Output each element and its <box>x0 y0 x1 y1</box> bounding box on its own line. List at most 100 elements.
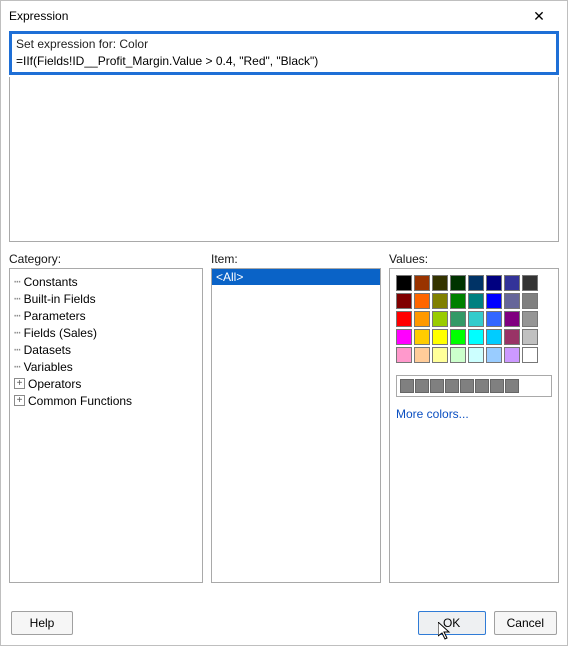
color-swatch[interactable] <box>468 347 484 363</box>
recent-color[interactable] <box>415 379 429 393</box>
expression-dialog: Expression ✕ Set expression for: Color C… <box>0 0 568 646</box>
color-swatch[interactable] <box>414 293 430 309</box>
color-swatch[interactable] <box>450 329 466 345</box>
color-swatch[interactable] <box>522 293 538 309</box>
color-swatch[interactable] <box>396 329 412 345</box>
recent-color[interactable] <box>430 379 444 393</box>
category-item[interactable]: ⋯Fields (Sales) <box>12 324 200 341</box>
category-item[interactable]: ⋯Constants <box>12 273 200 290</box>
color-swatch[interactable] <box>468 311 484 327</box>
color-swatch[interactable] <box>432 293 448 309</box>
color-swatch[interactable] <box>522 275 538 291</box>
item-all[interactable]: <All> <box>212 269 380 285</box>
category-item-label: Datasets <box>24 343 71 357</box>
ok-button[interactable]: OK <box>418 611 486 635</box>
ok-button-label: OK <box>443 616 460 630</box>
recent-colors-box <box>396 375 552 397</box>
tree-leaf-icon: ⋯ <box>14 326 21 339</box>
tree-expander-icon[interactable]: + <box>14 395 25 406</box>
cancel-button-label: Cancel <box>507 616 544 630</box>
color-swatch[interactable] <box>396 347 412 363</box>
dialog-content: Set expression for: Color Category: Item… <box>1 31 567 601</box>
category-item-label: Common Functions <box>28 394 132 408</box>
color-swatch[interactable] <box>450 347 466 363</box>
color-swatch[interactable] <box>468 293 484 309</box>
color-swatch[interactable] <box>504 329 520 345</box>
item-label: Item: <box>211 252 381 266</box>
category-item[interactable]: ⋯Variables <box>12 358 200 375</box>
color-swatch[interactable] <box>486 275 502 291</box>
expression-textarea-extra[interactable] <box>9 77 559 242</box>
color-swatch[interactable] <box>504 347 520 363</box>
category-label: Category: <box>9 252 203 266</box>
color-swatch[interactable] <box>486 329 502 345</box>
panel-labels: Category: Item: Values: <box>9 252 559 266</box>
recent-color[interactable] <box>400 379 414 393</box>
values-panel: More colors... <box>389 268 559 583</box>
category-item[interactable]: +Common Functions <box>12 392 200 409</box>
values-label: Values: <box>389 252 559 266</box>
set-expression-for-label: Set expression for: Color <box>16 36 552 54</box>
recent-color[interactable] <box>460 379 474 393</box>
color-swatch[interactable] <box>450 275 466 291</box>
category-item[interactable]: ⋯Datasets <box>12 341 200 358</box>
category-listbox[interactable]: ⋯Constants⋯Built-in Fields⋯Parameters⋯Fi… <box>9 268 203 583</box>
color-swatch[interactable] <box>432 311 448 327</box>
cancel-button[interactable]: Cancel <box>494 611 557 635</box>
recent-color[interactable] <box>505 379 519 393</box>
color-swatch[interactable] <box>522 329 538 345</box>
color-swatch[interactable] <box>396 293 412 309</box>
category-item[interactable]: +Operators <box>12 375 200 392</box>
item-listbox[interactable]: <All> <box>211 268 381 583</box>
category-item[interactable]: ⋯Built-in Fields <box>12 290 200 307</box>
help-button-label: Help <box>30 616 55 630</box>
color-swatch[interactable] <box>504 311 520 327</box>
close-icon[interactable]: ✕ <box>519 8 559 25</box>
color-swatch[interactable] <box>522 347 538 363</box>
color-swatch[interactable] <box>414 275 430 291</box>
color-swatch[interactable] <box>486 311 502 327</box>
color-swatch[interactable] <box>432 329 448 345</box>
titlebar: Expression ✕ <box>1 1 567 31</box>
color-swatch[interactable] <box>522 311 538 327</box>
color-swatch[interactable] <box>468 275 484 291</box>
category-item-label: Built-in Fields <box>24 292 96 306</box>
tree-leaf-icon: ⋯ <box>14 309 21 322</box>
tree-expander-icon[interactable]: + <box>14 378 25 389</box>
category-item-label: Constants <box>24 275 78 289</box>
color-swatch[interactable] <box>450 293 466 309</box>
color-swatch[interactable] <box>486 293 502 309</box>
color-swatch[interactable] <box>396 275 412 291</box>
color-swatch[interactable] <box>504 275 520 291</box>
color-swatch[interactable] <box>432 347 448 363</box>
color-swatch[interactable] <box>486 347 502 363</box>
tree-leaf-icon: ⋯ <box>14 343 21 356</box>
color-swatch[interactable] <box>414 311 430 327</box>
window-title: Expression <box>9 9 519 23</box>
help-button[interactable]: Help <box>11 611 73 635</box>
color-swatch[interactable] <box>414 329 430 345</box>
color-swatch-grid <box>396 275 552 363</box>
expression-highlight: Set expression for: Color <box>9 31 559 75</box>
category-item[interactable]: ⋯Parameters <box>12 307 200 324</box>
recent-color[interactable] <box>445 379 459 393</box>
category-item-label: Parameters <box>24 309 86 323</box>
category-item-label: Variables <box>24 360 73 374</box>
category-item-label: Operators <box>28 377 81 391</box>
tree-leaf-icon: ⋯ <box>14 292 21 305</box>
expression-input[interactable] <box>16 54 552 68</box>
recent-color[interactable] <box>490 379 504 393</box>
color-swatch[interactable] <box>450 311 466 327</box>
color-swatch[interactable] <box>414 347 430 363</box>
tree-leaf-icon: ⋯ <box>14 360 21 373</box>
color-swatch[interactable] <box>432 275 448 291</box>
button-bar: Help OK Cancel <box>1 601 567 645</box>
color-swatch[interactable] <box>396 311 412 327</box>
recent-color[interactable] <box>475 379 489 393</box>
color-swatch[interactable] <box>468 329 484 345</box>
tree-leaf-icon: ⋯ <box>14 275 21 288</box>
color-swatch[interactable] <box>504 293 520 309</box>
more-colors-link[interactable]: More colors... <box>396 407 552 421</box>
panels-row: ⋯Constants⋯Built-in Fields⋯Parameters⋯Fi… <box>9 268 559 597</box>
category-item-label: Fields (Sales) <box>24 326 97 340</box>
